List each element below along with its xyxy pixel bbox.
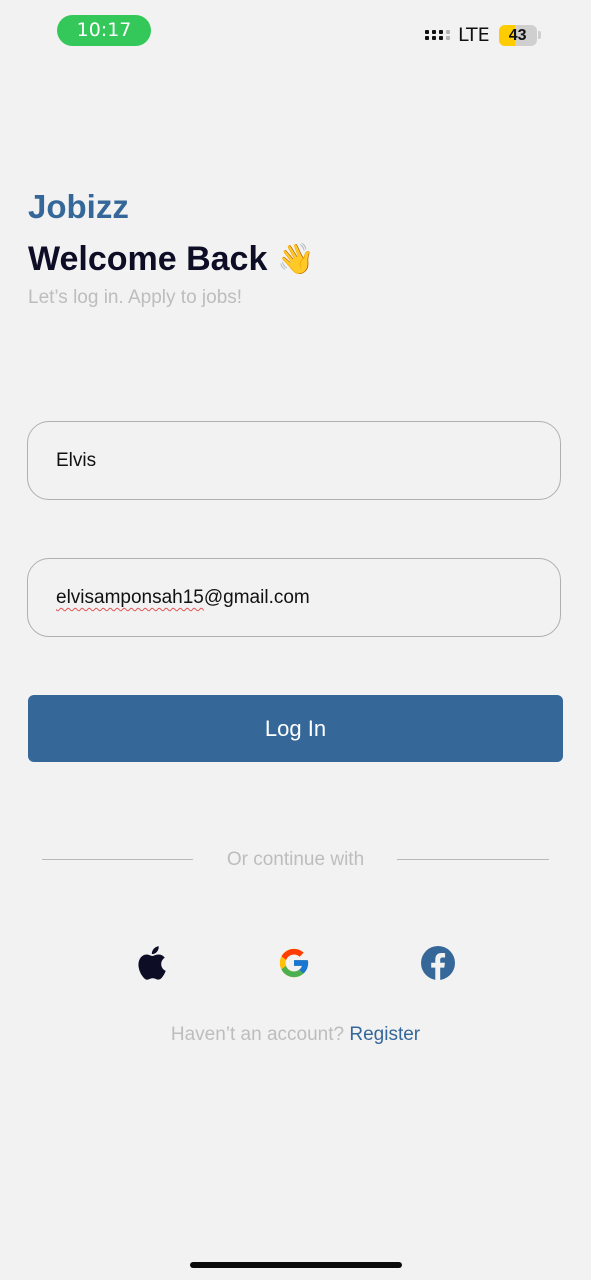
divider-text: Or continue with (226, 849, 365, 870)
register-row: Haven’t an account? Register (0, 1024, 591, 1046)
email-domain-text: @gmail.com (203, 587, 310, 608)
facebook-icon (421, 946, 455, 980)
email-misspelled-text: elvisamponsah15 (56, 587, 204, 608)
apple-icon (138, 946, 166, 980)
page-title-text: Welcome Back (28, 240, 268, 278)
divider-right (397, 859, 549, 860)
home-indicator[interactable] (190, 1262, 402, 1268)
google-login-button[interactable] (274, 943, 314, 983)
name-input[interactable] (56, 422, 540, 499)
email-input[interactable]: elvisamponsah15@gmail.com (56, 587, 310, 609)
google-icon (279, 948, 309, 978)
battery-icon: 43 (498, 24, 537, 46)
email-field[interactable]: elvisamponsah15@gmail.com (27, 558, 561, 637)
status-indicators: LTE 43 (425, 23, 541, 47)
register-prompt: Haven’t an account? (170, 1024, 345, 1045)
status-time: 10:17 (57, 15, 151, 46)
waving-hand-icon: 👋 (277, 243, 315, 276)
login-button[interactable]: Log In (28, 695, 563, 762)
page-subtitle: Let’s log in. Apply to jobs! (28, 287, 243, 308)
facebook-login-button[interactable] (418, 943, 458, 983)
network-type: LTE (458, 24, 490, 46)
name-field[interactable] (27, 421, 561, 500)
brand-logo-text: Jobizz (28, 188, 129, 225)
battery-cap (537, 31, 541, 39)
register-link[interactable]: Register (349, 1024, 420, 1045)
apple-login-button[interactable] (131, 943, 171, 983)
page-title: Welcome Back 👋 (28, 240, 315, 279)
cellular-signal-icon (425, 30, 450, 40)
battery-level: 43 (508, 26, 527, 44)
